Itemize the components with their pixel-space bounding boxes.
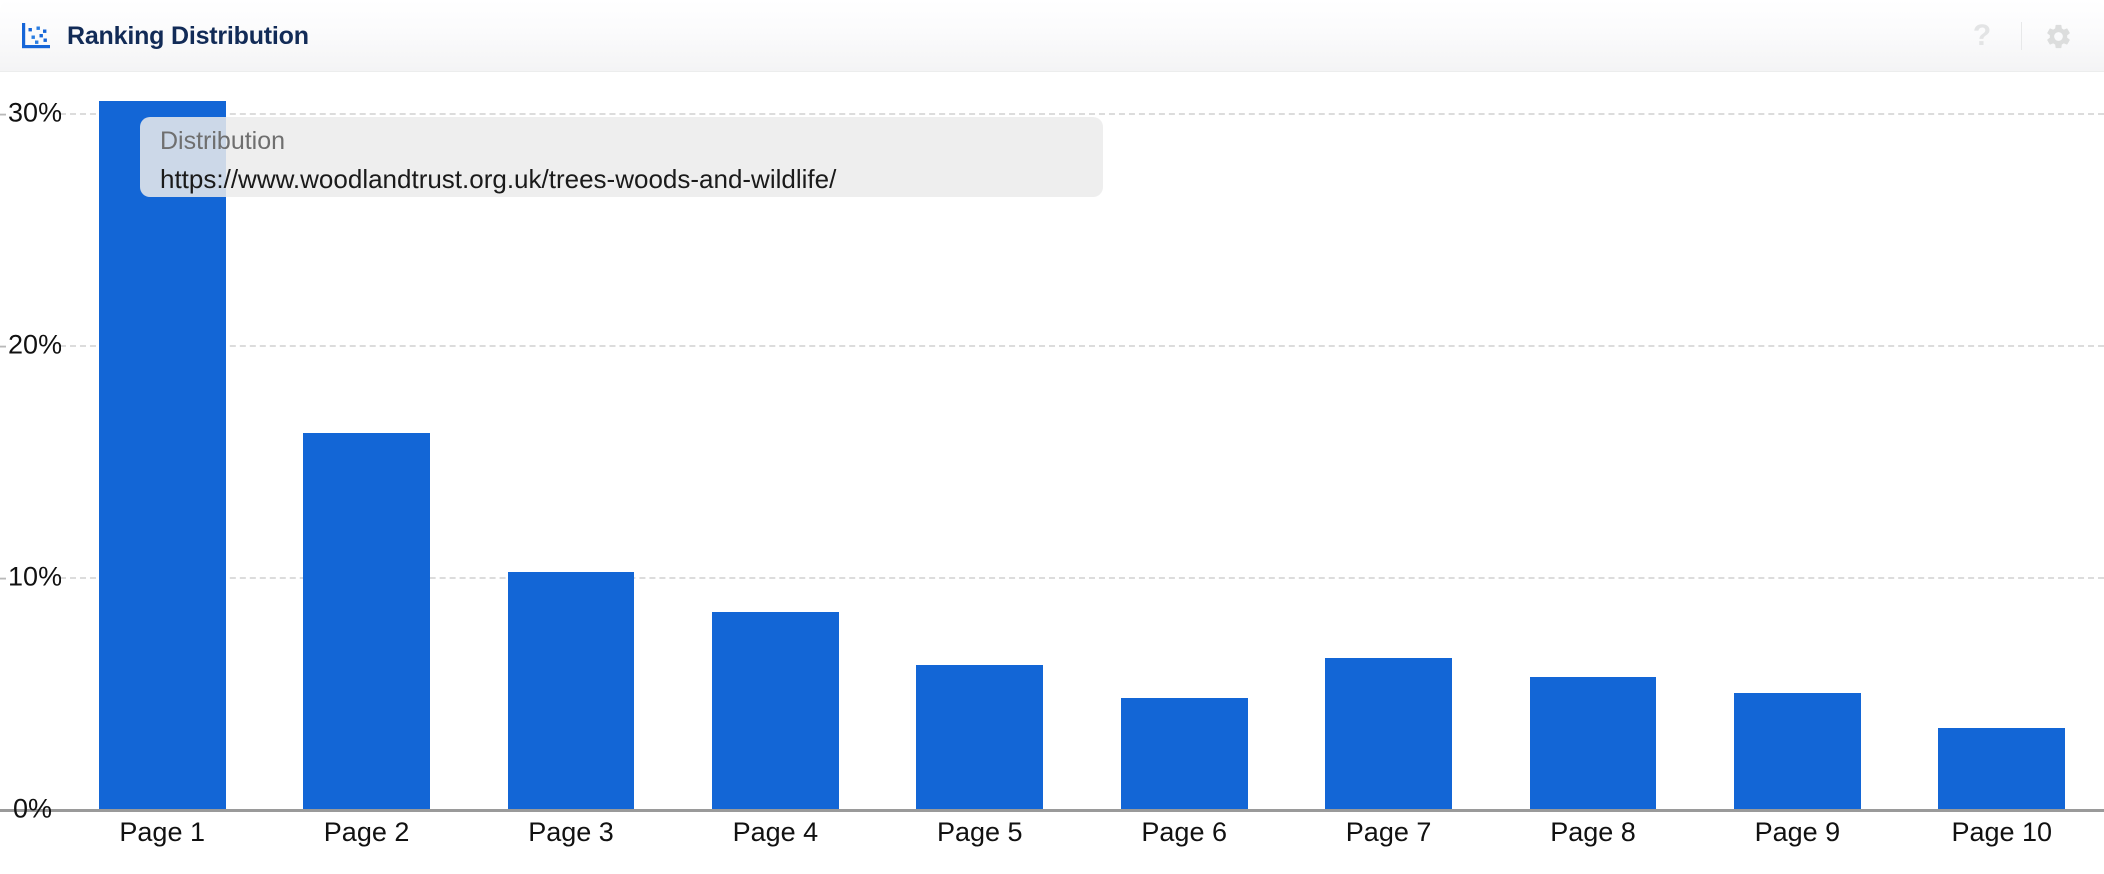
bar-slot <box>1529 72 1657 809</box>
bar-slot <box>1120 72 1248 809</box>
x-axis-label: Page 7 <box>1345 817 1432 847</box>
x-axis-label: Page 9 <box>1754 817 1841 847</box>
bar[interactable] <box>98 101 226 809</box>
widget-header-actions: ? <box>1959 0 2078 72</box>
y-axis-label: –10% <box>0 563 61 591</box>
x-axis-label: Page 10 <box>1951 817 2053 847</box>
x-axis-label: Page 4 <box>732 817 819 847</box>
bar-slot <box>1734 72 1861 809</box>
y-axis-label: –30% <box>0 99 61 127</box>
x-axis-label: Page 1 <box>119 817 205 847</box>
tooltip-title: Distribution <box>160 127 286 155</box>
bar[interactable] <box>303 433 430 809</box>
page-title: Ranking Distribution <box>67 21 309 50</box>
x-axis-label: Page 6 <box>1141 817 1227 847</box>
bar[interactable] <box>507 572 635 809</box>
x-axis-label: Page 5 <box>937 817 1023 847</box>
x-axis-line <box>0 809 2104 812</box>
tooltip-url: https://www.woodlandtrust.org.uk/trees-w… <box>160 164 837 194</box>
bar[interactable] <box>916 665 1044 809</box>
bar[interactable] <box>1325 658 1452 809</box>
ranking-distribution-widget: Ranking Distribution ? –30% –20% –10% 0% Pa… <box>0 0 2104 874</box>
bar[interactable] <box>1938 727 2066 809</box>
chart-tooltip: Distribution https://www.woodlandtrust.o… <box>140 117 1103 197</box>
y-axis-label: 0% <box>12 795 52 823</box>
bar-slot <box>1938 72 2066 809</box>
header-divider <box>2021 22 2022 50</box>
widget-header: Ranking Distribution ? <box>0 0 2104 72</box>
bar-slot <box>1325 72 1452 809</box>
x-axis-label: Page 8 <box>1550 817 1636 847</box>
gear-icon <box>2044 22 2073 51</box>
x-axis-label: Page 3 <box>528 817 614 847</box>
bar[interactable] <box>1120 697 1248 809</box>
bar[interactable] <box>712 611 839 809</box>
settings-button[interactable] <box>2038 16 2078 56</box>
help-icon[interactable]: ? <box>1959 13 2005 59</box>
bar[interactable] <box>1529 676 1657 809</box>
y-axis-label: –20% <box>0 331 61 359</box>
widget-header-left: Ranking Distribution <box>22 0 309 72</box>
scatter-chart-icon <box>22 23 50 49</box>
x-axis-label: Page 2 <box>323 817 410 847</box>
bar[interactable] <box>1734 693 1861 809</box>
